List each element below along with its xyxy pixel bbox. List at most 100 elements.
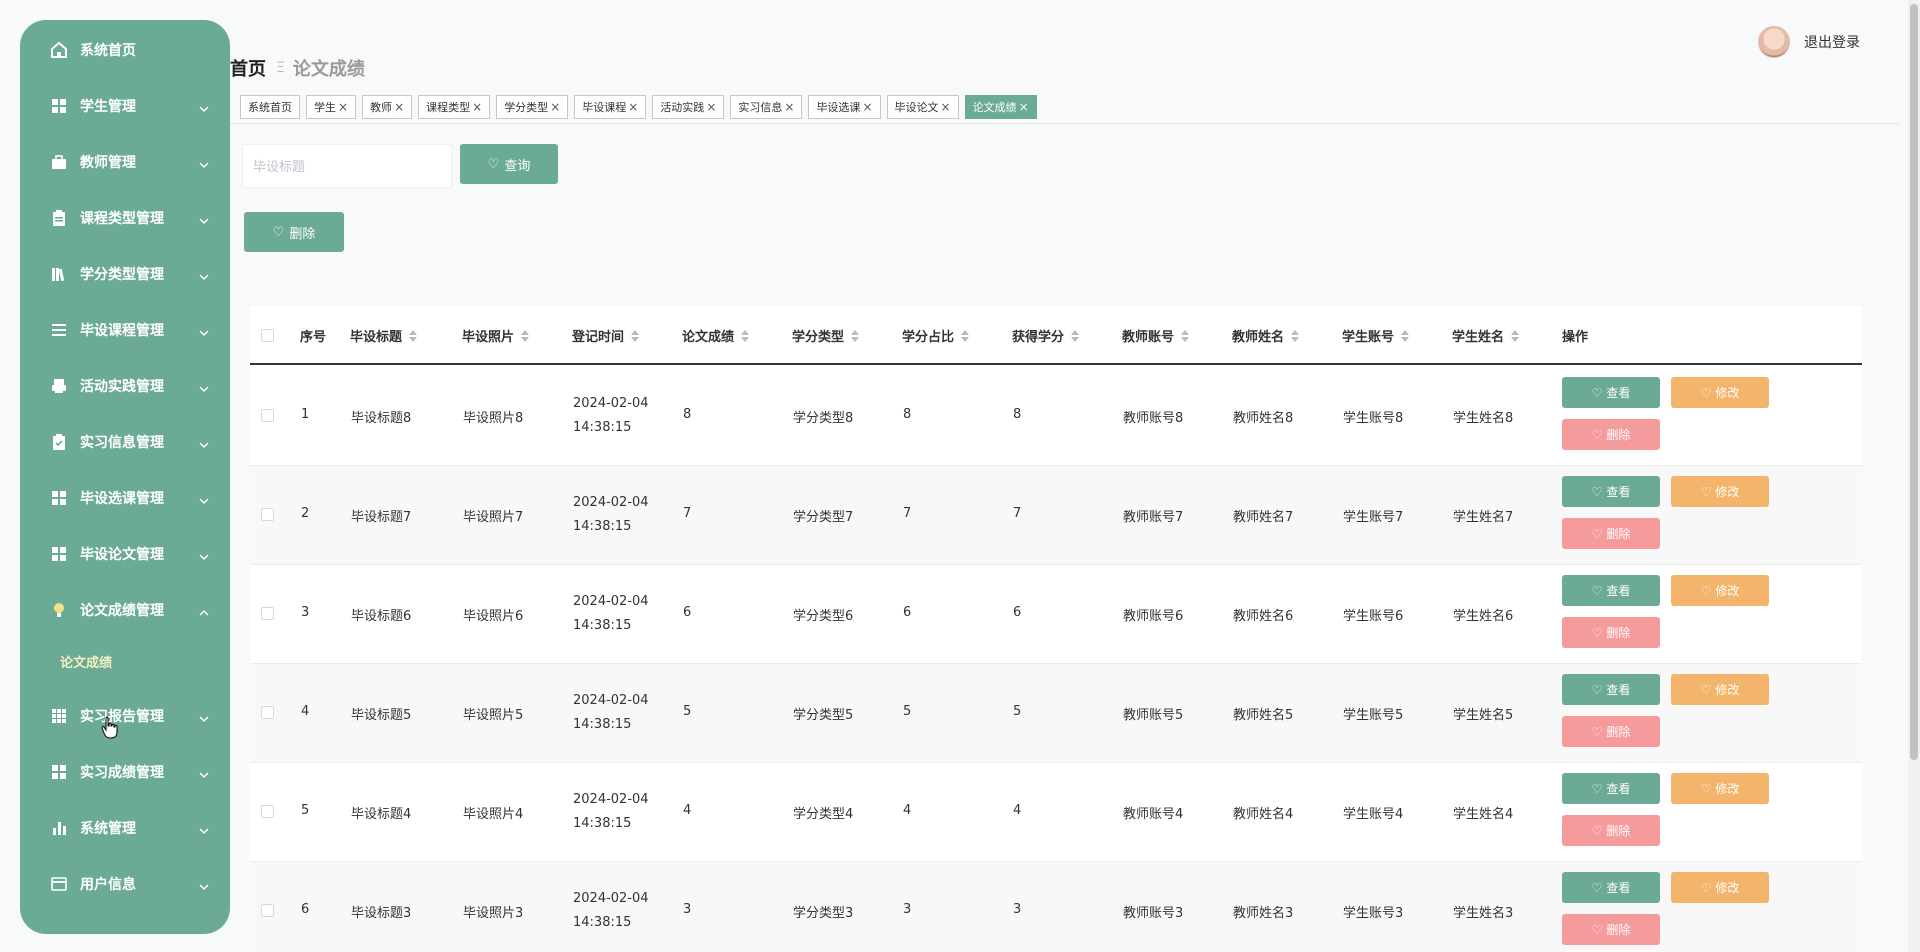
sidebar-item-3[interactable]: 教师管理	[20, 147, 230, 177]
close-icon[interactable]: ×	[862, 100, 872, 114]
sidebar-item-label: 教师管理	[80, 155, 136, 171]
page-scrollbar-thumb[interactable]	[1910, 4, 1918, 760]
row-checkbox[interactable]	[261, 805, 274, 818]
cell-credit-type: 学分类型4	[793, 807, 854, 822]
sidebar-subitem-thesis-score[interactable]: 论文成绩	[60, 652, 112, 671]
sidebar-item-10[interactable]: 毕设论文管理	[20, 539, 230, 569]
tab-3[interactable]: 教师 ×	[362, 95, 413, 119]
tab-1[interactable]: 系统首页	[240, 95, 300, 119]
close-icon[interactable]: ×	[784, 100, 794, 114]
tab-6[interactable]: 毕设课程 ×	[574, 95, 647, 119]
delete-button[interactable]: ♡ 删除	[1562, 716, 1660, 747]
row-checkbox[interactable]	[261, 607, 274, 620]
tab-8[interactable]: 实习信息 ×	[730, 95, 803, 119]
column-header[interactable]: 毕设标题	[350, 326, 418, 345]
sidebar-item-4[interactable]: 课程类型管理	[20, 203, 230, 233]
cell-student-acc: 学生账号4	[1343, 807, 1404, 822]
tab-4[interactable]: 课程类型 ×	[418, 95, 491, 119]
heart-icon: ♡	[1591, 823, 1603, 838]
edit-button[interactable]: ♡ 修改	[1671, 575, 1769, 606]
sort-icon[interactable]	[1291, 329, 1300, 342]
view-button[interactable]: ♡ 查看	[1562, 377, 1660, 408]
row-checkbox[interactable]	[261, 508, 274, 521]
tab-2[interactable]: 学生 ×	[306, 95, 357, 119]
batch-delete-button[interactable]: ♡ 删除	[244, 212, 344, 252]
edit-button[interactable]: ♡ 修改	[1671, 377, 1769, 408]
sidebar-item-8[interactable]: 实习信息管理	[20, 427, 230, 457]
column-header[interactable]: 学生姓名	[1452, 326, 1520, 345]
edit-button[interactable]: ♡ 修改	[1671, 872, 1769, 903]
tab-5[interactable]: 学分类型 ×	[496, 95, 569, 119]
sidebar-item-12[interactable]: 实习报告管理	[20, 701, 230, 731]
sidebar-item-13[interactable]: 实习成绩管理	[20, 757, 230, 787]
delete-button[interactable]: ♡ 删除	[1562, 815, 1660, 846]
column-header[interactable]: 序号	[300, 326, 326, 345]
sidebar-item-11[interactable]: 论文成绩管理	[20, 595, 230, 625]
sort-icon[interactable]	[521, 329, 530, 342]
sort-icon[interactable]	[1071, 329, 1080, 342]
select-all-checkbox[interactable]	[261, 329, 274, 342]
sidebar-item-15[interactable]: 用户信息	[20, 869, 230, 899]
close-icon[interactable]: ×	[338, 100, 348, 114]
heart-icon: ♡	[1700, 583, 1712, 598]
logout-link[interactable]: 退出登录	[1804, 32, 1860, 52]
column-header[interactable]: 获得学分	[1012, 326, 1080, 345]
avatar[interactable]	[1758, 26, 1790, 58]
search-input[interactable]	[242, 144, 452, 188]
sort-icon[interactable]	[741, 329, 750, 342]
view-button[interactable]: ♡ 查看	[1562, 872, 1660, 903]
close-icon[interactable]: ×	[472, 100, 482, 114]
column-header[interactable]: 论文成绩	[682, 326, 750, 345]
sort-icon[interactable]	[961, 329, 970, 342]
table-row: 1 毕设标题8 毕设照片8 2024-02-04 14:38:15 8 学分类型8 8 8 教师账…	[250, 367, 1862, 466]
close-icon[interactable]: ×	[941, 100, 951, 114]
close-icon[interactable]: ×	[1019, 100, 1029, 114]
column-header[interactable]: 教师姓名	[1232, 326, 1300, 345]
sidebar-item-1[interactable]: 系统首页	[20, 35, 230, 65]
close-icon[interactable]: ×	[394, 100, 404, 114]
sort-icon[interactable]	[851, 329, 860, 342]
sort-icon[interactable]	[631, 329, 640, 342]
tab-9[interactable]: 毕设选课 ×	[808, 95, 881, 119]
sidebar-item-6[interactable]: 毕设课程管理	[20, 315, 230, 345]
view-button[interactable]: ♡ 查看	[1562, 575, 1660, 606]
grid-icon	[50, 763, 68, 781]
sidebar-item-7[interactable]: 活动实践管理	[20, 371, 230, 401]
close-icon[interactable]: ×	[550, 100, 560, 114]
column-header[interactable]: 学分类型	[792, 326, 860, 345]
row-checkbox[interactable]	[261, 904, 274, 917]
sort-icon[interactable]	[1181, 329, 1190, 342]
edit-button[interactable]: ♡ 修改	[1671, 476, 1769, 507]
search-button[interactable]: ♡ 查询	[460, 144, 558, 184]
delete-button[interactable]: ♡ 删除	[1562, 518, 1660, 549]
close-icon[interactable]: ×	[706, 100, 716, 114]
edit-button[interactable]: ♡ 修改	[1671, 773, 1769, 804]
view-button[interactable]: ♡ 查看	[1562, 674, 1660, 705]
edit-button[interactable]: ♡ 修改	[1671, 674, 1769, 705]
row-checkbox[interactable]	[261, 409, 274, 422]
briefcase-icon	[50, 153, 68, 171]
sort-icon[interactable]	[1511, 329, 1520, 342]
sidebar-item-2[interactable]: 学生管理	[20, 91, 230, 121]
close-icon[interactable]: ×	[628, 100, 638, 114]
breadcrumb-home[interactable]: 首页	[230, 55, 266, 81]
view-button[interactable]: ♡ 查看	[1562, 773, 1660, 804]
tab-11[interactable]: 论文成绩 ×	[964, 95, 1037, 119]
column-header[interactable]: 毕设照片	[462, 326, 530, 345]
column-header[interactable]: 教师账号	[1122, 326, 1190, 345]
sidebar-item-14[interactable]: 系统管理	[20, 813, 230, 843]
sort-icon[interactable]	[1401, 329, 1410, 342]
row-checkbox[interactable]	[261, 706, 274, 719]
delete-button[interactable]: ♡ 删除	[1562, 914, 1660, 945]
tab-7[interactable]: 活动实践 ×	[652, 95, 725, 119]
column-header[interactable]: 登记时间	[572, 326, 640, 345]
column-header[interactable]: 学生账号	[1342, 326, 1410, 345]
delete-button[interactable]: ♡ 删除	[1562, 617, 1660, 648]
view-button[interactable]: ♡ 查看	[1562, 476, 1660, 507]
sidebar-item-9[interactable]: 毕设选课管理	[20, 483, 230, 513]
column-header[interactable]: 学分占比	[902, 326, 970, 345]
delete-button[interactable]: ♡ 删除	[1562, 419, 1660, 450]
tab-10[interactable]: 毕设论文 ×	[886, 95, 959, 119]
sort-icon[interactable]	[409, 329, 418, 342]
sidebar-item-5[interactable]: 学分类型管理	[20, 259, 230, 289]
